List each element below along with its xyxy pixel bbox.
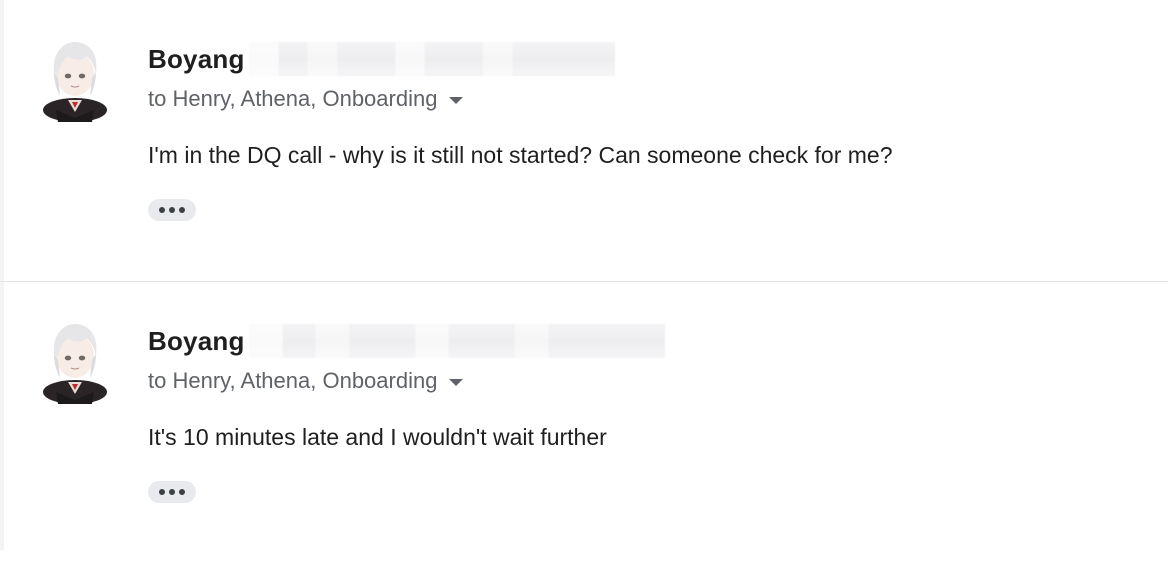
recipients-label: to Henry, Athena, Onboarding [148,368,438,393]
redacted-email-address [248,42,615,76]
avatar[interactable] [42,320,108,404]
ellipsis-icon [169,489,175,495]
ellipsis-icon [179,489,185,495]
sender-row: Boyang [148,324,665,358]
ellipsis-icon [169,207,175,213]
caret-down-icon[interactable] [449,96,464,104]
email-message: Boyang to Henry, Athena, Onboarding I'm … [0,0,1168,281]
ellipsis-icon [159,207,165,213]
ellipsis-icon [159,489,165,495]
recipients-label: to Henry, Athena, Onboarding [148,86,438,111]
avatar[interactable] [42,38,108,122]
recipients-toggle[interactable]: to Henry, Athena, Onboarding [148,368,464,394]
ellipsis-icon [179,207,185,213]
show-trimmed-content-button[interactable] [148,199,196,221]
caret-down-icon[interactable] [449,378,464,386]
show-trimmed-content-button[interactable] [148,481,196,503]
redacted-email-address [248,324,665,358]
sender-row: Boyang [148,42,615,76]
message-body: I'm in the DQ call - why is it still not… [148,142,893,168]
sender-name[interactable]: Boyang [148,44,245,75]
email-message: Boyang to Henry, Athena, Onboarding It's… [0,281,1168,563]
email-thread: Boyang to Henry, Athena, Onboarding I'm … [0,0,1168,563]
recipients-toggle[interactable]: to Henry, Athena, Onboarding [148,86,464,112]
sender-name[interactable]: Boyang [148,326,245,357]
message-body: It's 10 minutes late and I wouldn't wait… [148,424,607,450]
